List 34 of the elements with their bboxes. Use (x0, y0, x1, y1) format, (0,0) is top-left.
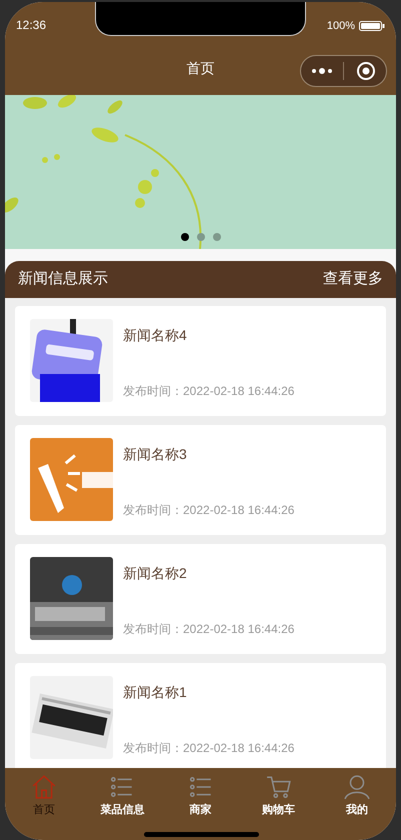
tab-label: 商家 (190, 802, 212, 818)
tab-label: 首页 (33, 803, 56, 818)
tab-label: 我的 (346, 802, 368, 818)
news-time: 发布时间：2022-02-18 16:44:26 (123, 383, 294, 400)
news-time: 发布时间：2022-02-18 16:44:26 (123, 740, 294, 757)
news-title: 新闻名称2 (123, 564, 188, 583)
news-card[interactable]: 新闻名称4 发布时间：2022-02-18 16:44:26 (15, 306, 386, 416)
page-title: 首页 (186, 59, 214, 78)
more-icon[interactable] (311, 67, 335, 75)
news-card[interactable]: 新闻名称3 发布时间：2022-02-18 16:44:26 (15, 425, 386, 535)
news-card[interactable]: 新闻名称2 发布时间：2022-02-18 16:44:26 (15, 544, 386, 654)
capsule-menu[interactable] (300, 55, 387, 87)
tab-item[interactable]: 菜品信息 (83, 774, 162, 840)
tab-item[interactable]: 我的 (318, 774, 396, 840)
news-title: 新闻名称4 (123, 326, 188, 345)
battery-level: 100% (326, 18, 355, 34)
tab-label: 菜品信息 (100, 802, 144, 818)
news-title: 新闻名称3 (123, 445, 188, 464)
section-title: 新闻信息展示 (18, 269, 108, 290)
tab-item[interactable]: 商家 (161, 774, 240, 840)
status-time: 12:36 (16, 17, 46, 34)
news-time: 发布时间：2022-02-18 16:44:26 (123, 502, 294, 519)
user-icon (344, 774, 370, 800)
news-time: 发布时间：2022-02-18 16:44:26 (123, 621, 294, 638)
cart-icon (266, 774, 292, 800)
news-card[interactable]: 新闻名称1 发布时间：2022-02-18 16:44:26 (15, 663, 386, 768)
news-title: 新闻名称1 (123, 683, 188, 702)
home-icon (31, 774, 58, 800)
close-icon[interactable] (356, 61, 376, 81)
list-icon (188, 774, 214, 800)
view-more-link[interactable]: 查看更多 (323, 268, 383, 291)
battery-icon (359, 20, 385, 31)
tab-label: 购物车 (262, 802, 296, 818)
tab-item[interactable]: 购物车 (240, 774, 318, 840)
